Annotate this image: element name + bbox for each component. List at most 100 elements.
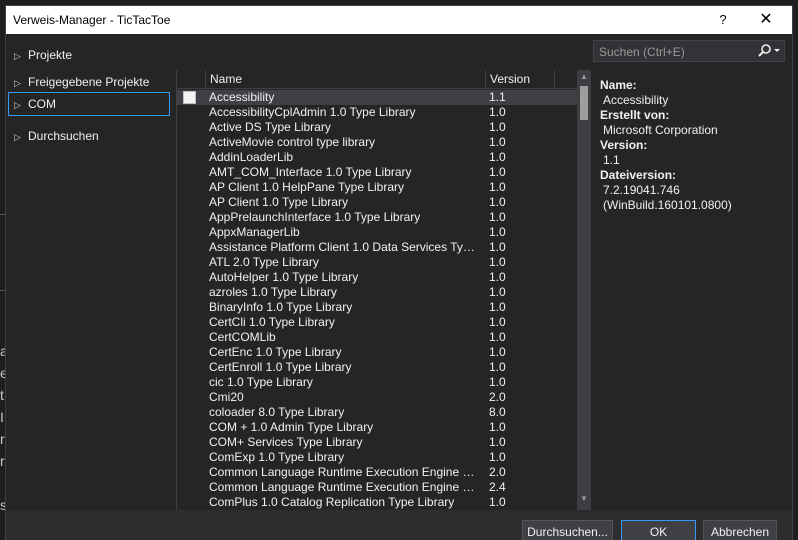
scrollbar-thumb[interactable] (580, 86, 588, 120)
column-header-name[interactable]: Name (205, 70, 485, 89)
expand-triangle-icon[interactable]: ▷ (14, 94, 28, 116)
list-item[interactable]: BinaryInfo 1.0 Type Library 1.0 (177, 300, 577, 315)
row-version: 2.0 (489, 390, 506, 404)
nav-item-label: Durchsuchen (28, 129, 99, 143)
scroll-up-arrow-icon[interactable]: ▲ (577, 70, 591, 84)
row-name: AMT_COM_Interface 1.0 Type Library (209, 165, 412, 179)
list-item[interactable]: Common Language Runtime Execution Engine… (177, 465, 577, 480)
row-version: 2.4 (489, 480, 506, 494)
list-item[interactable]: Cmi20 2.0 (177, 390, 577, 405)
scroll-down-arrow-icon[interactable]: ▼ (577, 492, 591, 506)
list-item[interactable]: Assistance Platform Client 1.0 Data Serv… (177, 240, 577, 255)
row-version: 1.0 (489, 165, 506, 179)
row-name: ComExp 1.0 Type Library (209, 450, 345, 464)
detail-name-value: Accessibility (603, 93, 669, 107)
row-name: COM + 1.0 Admin Type Library (209, 420, 374, 434)
row-name: AP Client 1.0 HelpPane Type Library (209, 180, 405, 194)
list-item[interactable]: coloader 8.0 Type Library 8.0 (177, 405, 577, 420)
row-version: 1.0 (489, 330, 506, 344)
nav-item-label: Projekte (28, 48, 73, 62)
row-checkbox[interactable] (183, 91, 196, 104)
list-item[interactable]: ActiveMovie control type library 1.0 (177, 135, 577, 150)
list-item[interactable]: Accessibility 1.1 (177, 90, 577, 105)
row-version: 1.0 (489, 135, 506, 149)
list-item[interactable]: COM + 1.0 Admin Type Library 1.0 (177, 420, 577, 435)
row-name: cic 1.0 Type Library (209, 375, 313, 389)
list-item[interactable]: Common Language Runtime Execution Engine… (177, 480, 577, 495)
search-icon[interactable] (757, 43, 783, 59)
detail-version-label: Version: (600, 138, 648, 152)
row-name: Accessibility (209, 90, 275, 104)
browse-button[interactable]: Durchsuchen... (522, 520, 613, 540)
row-version: 1.0 (489, 240, 506, 254)
reference-manager-dialog: Verweis-Manager - TicTacToe ? ✕ ▷ Projekt… (5, 5, 793, 540)
list-item[interactable]: cic 1.0 Type Library 1.0 (177, 375, 577, 390)
row-version: 1.1 (489, 90, 506, 104)
list-item[interactable]: AccessibilityCplAdmin 1.0 Type Library 1.… (177, 105, 577, 120)
list-item[interactable]: AutoHelper 1.0 Type Library 1.0 (177, 270, 577, 285)
help-button[interactable]: ? (713, 10, 733, 30)
list-item[interactable]: AppxManagerLib 1.0 (177, 225, 577, 240)
row-version: 1.0 (489, 225, 506, 239)
row-version: 1.0 (489, 360, 506, 374)
nav-item-label: Freigegebene Projekte (28, 75, 150, 89)
list-item[interactable]: Active DS Type Library 1.0 (177, 120, 577, 135)
list-item[interactable]: CertEnc 1.0 Type Library 1.0 (177, 345, 577, 360)
cancel-button[interactable]: Abbrechen (703, 520, 777, 540)
list-rows: Accessibility 1.1 AccessibilityCplAdmin 1.… (177, 90, 577, 510)
list-item[interactable]: CertEnroll 1.0 Type Library 1.0 (177, 360, 577, 375)
nav-item-projekte[interactable]: ▷ Projekte (8, 43, 170, 67)
row-name: ComPlus 1.0 Catalog Replication Type Lib… (209, 495, 455, 509)
details-panel: Name: Accessibility Erstellt von: Micros… (600, 78, 790, 213)
nav-item-shared-projects[interactable]: ▷ Freigegebene Projekte (8, 70, 170, 94)
row-name: Common Language Runtime Execution Engine… (209, 480, 479, 494)
list-item[interactable]: AMT_COM_Interface 1.0 Type Library 1.0 (177, 165, 577, 180)
row-name: AppxManagerLib (209, 225, 300, 239)
row-version: 1.0 (489, 285, 506, 299)
list-item[interactable]: AP Client 1.0 HelpPane Type Library 1.0 (177, 180, 577, 195)
search-box[interactable]: Suchen (Ctrl+E) (593, 40, 785, 62)
search-input[interactable]: Suchen (Ctrl+E) (599, 45, 685, 59)
row-version: 1.0 (489, 435, 506, 449)
list-item[interactable]: azroles 1.0 Type Library 1.0 (177, 285, 577, 300)
row-name: COM+ Services Type Library (209, 435, 363, 449)
row-name: Cmi20 (209, 390, 244, 404)
detail-name-label: Name: (600, 78, 637, 92)
row-name: BinaryInfo 1.0 Type Library (209, 300, 353, 314)
expand-triangle-icon[interactable]: ▷ (14, 44, 28, 68)
nav-item-com[interactable]: ▷ COM (8, 92, 170, 116)
row-version: 1.0 (489, 495, 506, 509)
list-item[interactable]: COM+ Services Type Library 1.0 (177, 435, 577, 450)
list-item[interactable]: ComPlus 1.0 Catalog Replication Type Lib… (177, 495, 577, 510)
list-item[interactable]: AppPrelaunchInterface 1.0 Type Library 1.… (177, 210, 577, 225)
row-name: Assistance Platform Client 1.0 Data Serv… (209, 240, 479, 254)
com-component-list: Name Version Accessibility 1.1 Accessibili… (176, 70, 591, 510)
row-version: 1.0 (489, 270, 506, 284)
detail-version-value: 1.1 (603, 153, 620, 167)
category-nav: ▷ Projekte ▷ Freigegebene Projekte ▷ COM ▷ D… (6, 34, 176, 504)
expand-triangle-icon[interactable]: ▷ (14, 125, 28, 149)
list-item[interactable]: ATL 2.0 Type Library 1.0 (177, 255, 577, 270)
detail-fileversion-value: 7.2.19041.746 (603, 183, 680, 197)
column-header-version[interactable]: Version (485, 70, 555, 89)
list-item[interactable]: AP Client 1.0 Type Library 1.0 (177, 195, 577, 210)
list-item[interactable]: CertCOMLib 1.0 (177, 330, 577, 345)
row-name: azroles 1.0 Type Library (209, 285, 337, 299)
close-button[interactable]: ✕ (755, 9, 777, 31)
detail-created-value: Microsoft Corporation (603, 123, 718, 137)
list-item[interactable]: ComExp 1.0 Type Library 1.0 (177, 450, 577, 465)
vertical-scrollbar[interactable]: ▲ ▼ (577, 70, 591, 510)
ok-button[interactable]: OK (621, 520, 696, 540)
row-name: CertEnroll 1.0 Type Library (209, 360, 352, 374)
row-name: ActiveMovie control type library (209, 135, 376, 149)
nav-item-browse[interactable]: ▷ Durchsuchen (8, 124, 170, 148)
row-name: Active DS Type Library (209, 120, 331, 134)
row-version: 1.0 (489, 450, 506, 464)
list-header: Name Version (177, 70, 577, 89)
detail-fileversion-build: (WinBuild.160101.0800) (603, 198, 732, 212)
detail-created-label: Erstellt von: (600, 108, 670, 122)
row-version: 1.0 (489, 180, 506, 194)
list-item[interactable]: CertCli 1.0 Type Library 1.0 (177, 315, 577, 330)
row-name: Common Language Runtime Execution Engine… (209, 465, 479, 479)
list-item[interactable]: AddinLoaderLib 1.0 (177, 150, 577, 165)
